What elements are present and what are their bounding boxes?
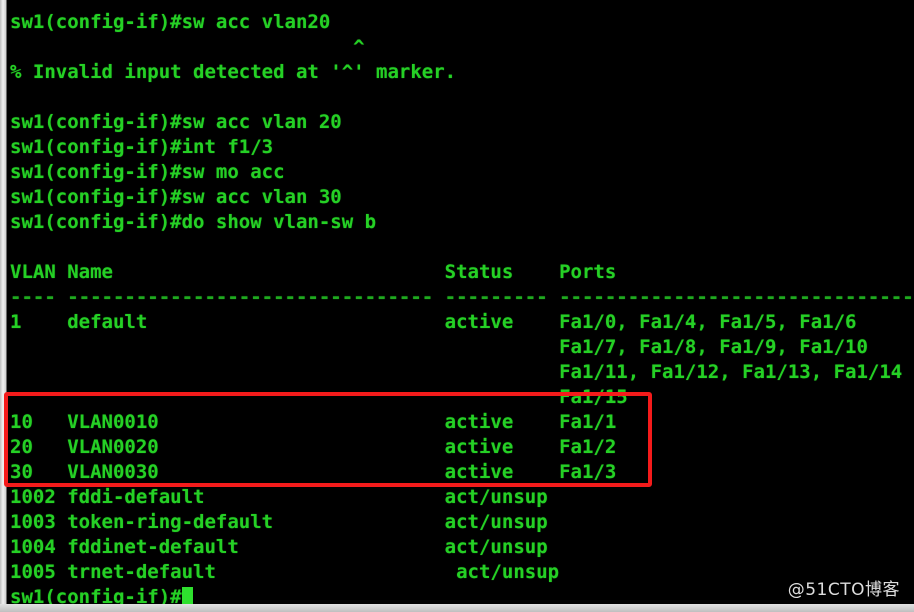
terminal-line-l13: 1 default active Fa1/0, Fa1/4, Fa1/5, Fa…: [10, 311, 857, 333]
terminal-line-l09: sw1(config-if)#do show vlan-sw b: [10, 211, 377, 233]
terminal-line-l18: 20 VLAN0020 active Fa1/2: [10, 436, 617, 458]
terminal-line-l17: 10 VLAN0010 active Fa1/1: [10, 411, 617, 433]
screenshot-root: sw1(config-if)#sw acc vlan20 ^ % Invalid …: [0, 0, 914, 612]
terminal-line-l03: % Invalid input detected at '^' marker.: [10, 61, 457, 83]
terminal-line-l14: Fa1/7, Fa1/8, Fa1/9, Fa1/10: [10, 336, 868, 358]
terminal-line-l22: 1004 fddinet-default act/unsup: [10, 536, 548, 558]
terminal-line-l07: sw1(config-if)#sw mo acc: [10, 161, 285, 183]
window-bottom-edge: [0, 604, 914, 612]
terminal-line-l08: sw1(config-if)#sw acc vlan 30: [10, 186, 342, 208]
terminal-line-l11: VLAN Name Status Ports: [10, 261, 617, 283]
terminal-line-l02: ^: [10, 36, 365, 58]
terminal-line-l23: 1005 trnet-default act/unsup: [10, 561, 560, 583]
terminal-line-l19: 30 VLAN0030 active Fa1/3: [10, 461, 617, 483]
terminal-line-l20: 1002 fddi-default act/unsup: [10, 486, 548, 508]
terminal-line-l21: 1003 token-ring-default act/unsup: [10, 511, 548, 533]
terminal-line-l16: Fa1/15: [10, 386, 628, 408]
text-cursor: [181, 587, 193, 604]
terminal-line-l06: sw1(config-if)#int f1/3: [10, 136, 274, 158]
terminal-line-l01: sw1(config-if)#sw acc vlan20: [10, 11, 331, 33]
terminal-line-l12: ---- -------------------------------- --…: [10, 286, 914, 308]
terminal-line-l15: Fa1/11, Fa1/12, Fa1/13, Fa1/14: [10, 361, 903, 383]
terminal-line-l05: sw1(config-if)#sw acc vlan 20: [10, 111, 342, 133]
terminal-line-l24: sw1(config-if)#: [10, 585, 193, 604]
terminal-screen[interactable]: sw1(config-if)#sw acc vlan20 ^ % Invalid …: [7, 0, 914, 604]
watermark: @51CTO博客: [787, 580, 900, 600]
